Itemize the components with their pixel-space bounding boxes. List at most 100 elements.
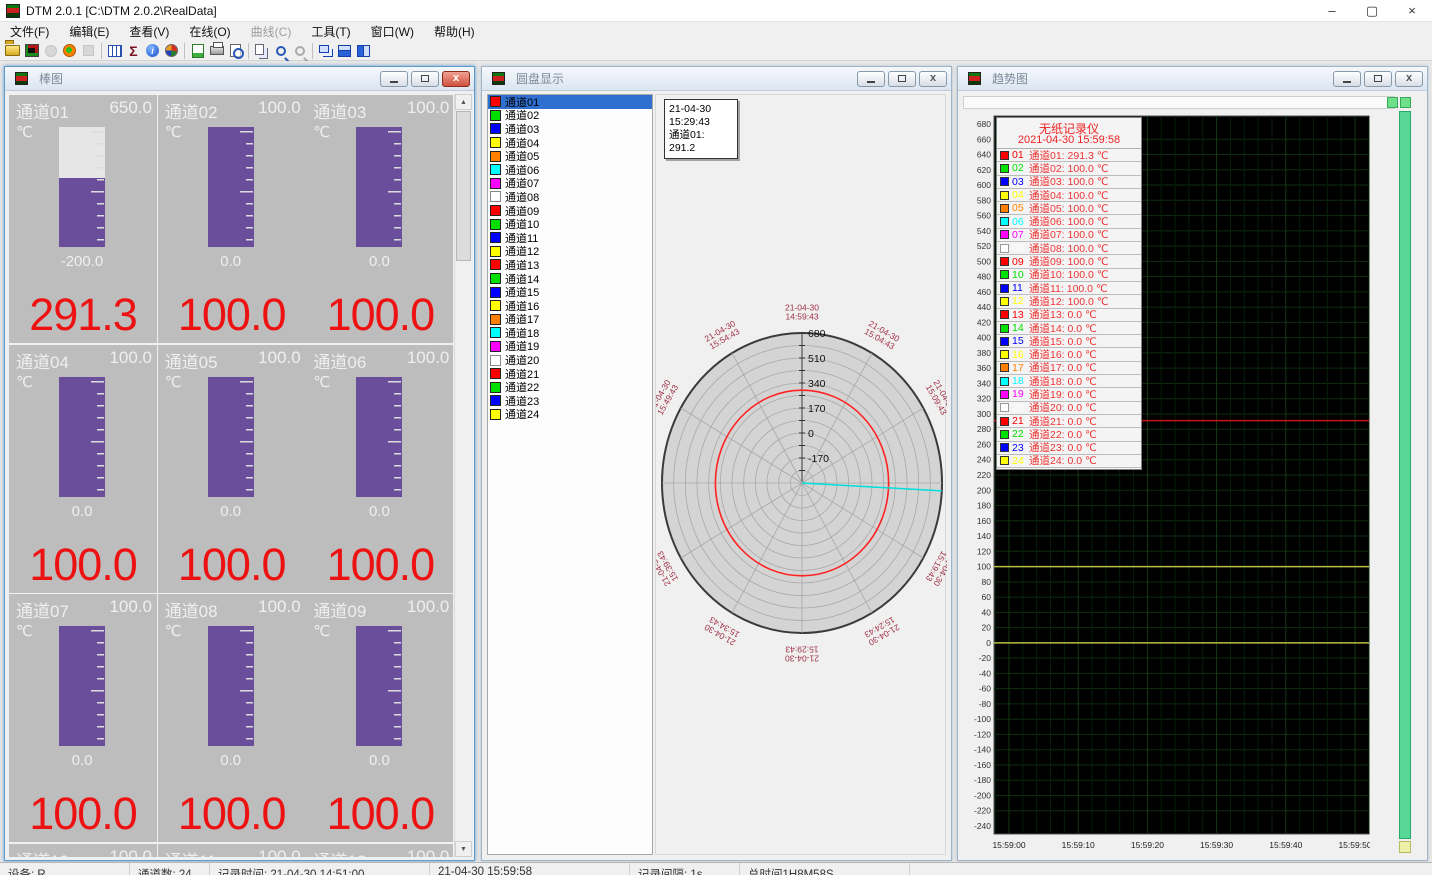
tooltip-value: 通道01: 291.2 xyxy=(669,129,733,155)
svg-text:-120: -120 xyxy=(974,729,991,739)
realtime-curve-icon[interactable] xyxy=(24,43,40,59)
bar-gauge-通道11[interactable]: 通道11100.0 xyxy=(158,844,306,857)
minimize-button[interactable] xyxy=(857,71,885,87)
app-maximize-button[interactable]: ▢ xyxy=(1352,0,1392,22)
print-preview-icon[interactable] xyxy=(228,43,244,59)
close-button[interactable]: x xyxy=(1395,71,1423,87)
channel-name: 通道07 xyxy=(16,597,72,619)
bar-gauge-通道10[interactable]: 通道10100.0 xyxy=(9,844,157,857)
legend-color-swatch xyxy=(1000,377,1009,386)
channel-list-item[interactable]: 通道24 xyxy=(488,408,652,422)
trend-v-scrollbar[interactable] xyxy=(1399,111,1411,839)
close-button[interactable]: x xyxy=(442,71,470,87)
svg-text:360: 360 xyxy=(977,363,991,373)
scrollbar-thumb[interactable] xyxy=(456,111,471,261)
menu-item-help[interactable]: 帮助(H) xyxy=(424,21,485,42)
statistics-icon[interactable]: Σ xyxy=(126,43,142,59)
trend-v-scrollbar-cap[interactable] xyxy=(1399,841,1411,853)
unit-label: ℃ xyxy=(313,373,330,391)
app-minimize-button[interactable]: – xyxy=(1312,0,1352,22)
zoom-icon[interactable] xyxy=(273,43,289,59)
data-table-icon[interactable] xyxy=(107,43,123,59)
tile-horizontal-icon xyxy=(338,45,351,57)
range-min: 0.0 xyxy=(336,253,422,270)
bar-gauge-通道06[interactable]: 通道06100.0℃0.0100.0 xyxy=(306,345,453,593)
svg-text:21-04-3015:39:43: 21-04-3015:39:43 xyxy=(656,549,680,588)
app-titlebar: DTM 2.0.1 [C:\DTM 2.0.2\RealData] – ▢ × xyxy=(0,0,1432,22)
legend-channel-number: 23 xyxy=(1012,442,1029,454)
window-icon xyxy=(968,72,981,85)
scroll-down-icon[interactable]: ▼ xyxy=(455,841,472,857)
svg-text:15:59:10: 15:59:10 xyxy=(1062,840,1095,850)
gauge-track xyxy=(208,626,254,746)
tile-horizontal-icon[interactable] xyxy=(337,43,353,59)
cascade-windows-icon[interactable] xyxy=(318,43,334,59)
bar-gauge-通道07[interactable]: 通道07100.0℃0.0100.0 xyxy=(9,594,157,842)
h-scroll-handle-icon[interactable] xyxy=(1387,97,1398,108)
bar-window-scrollbar[interactable]: ▲ ▼ xyxy=(454,94,471,857)
svg-text:240: 240 xyxy=(977,455,991,465)
range-max: 100.0 xyxy=(407,98,450,120)
range-max: 100.0 xyxy=(407,597,450,619)
close-button[interactable]: x xyxy=(919,71,947,87)
bar-gauge-通道09[interactable]: 通道09100.0℃0.0100.0 xyxy=(306,594,453,842)
maximize-button[interactable] xyxy=(1364,71,1392,87)
h-scroll-handle-icon[interactable] xyxy=(1400,97,1411,108)
bar-window-titlebar[interactable]: 棒图 x xyxy=(5,67,474,91)
trend-window-titlebar[interactable]: 趋势图 x xyxy=(958,67,1427,91)
svg-text:280: 280 xyxy=(977,424,991,434)
pie-chart-icon xyxy=(165,44,178,57)
tile-vertical-icon[interactable] xyxy=(356,43,372,59)
maximize-button[interactable] xyxy=(411,71,439,87)
gauge-track xyxy=(59,127,105,247)
record-icon[interactable] xyxy=(62,43,78,59)
open-file-icon[interactable] xyxy=(5,43,21,59)
channel-color-swatch xyxy=(490,110,501,121)
menu-item-curve[interactable]: 曲线(C) xyxy=(241,21,302,42)
range-max: 100.0 xyxy=(407,847,450,857)
svg-text:680: 680 xyxy=(977,119,991,129)
unit-label: ℃ xyxy=(165,622,182,640)
trend-legend: 无纸记录仪 2021-04-30 15:59:58 01通道01: 291.3 … xyxy=(996,117,1142,470)
bar-gauge-通道12[interactable]: 通道12100.0 xyxy=(306,844,453,857)
legend-color-swatch xyxy=(1000,284,1009,293)
print-icon[interactable] xyxy=(209,43,225,59)
bar-gauge-通道04[interactable]: 通道04100.0℃0.0100.0 xyxy=(9,345,157,593)
app-close-button[interactable]: × xyxy=(1392,0,1432,22)
maximize-button[interactable] xyxy=(888,71,916,87)
bar-gauge-通道03[interactable]: 通道03100.0℃0.0100.0 xyxy=(306,95,453,343)
disc-window-titlebar[interactable]: 圆盘显示 x xyxy=(482,67,951,91)
bar-gauge-通道02[interactable]: 通道02100.0℃0.0100.0 xyxy=(158,95,306,343)
range-max: 100.0 xyxy=(109,847,152,857)
menu-item-tools[interactable]: 工具(T) xyxy=(301,21,360,42)
bar-gauge-通道05[interactable]: 通道05100.0℃0.0100.0 xyxy=(158,345,306,593)
svg-text:15:59:00: 15:59:00 xyxy=(992,840,1025,850)
menu-item-view[interactable]: 查看(V) xyxy=(119,21,179,42)
channel-list[interactable]: 通道01通道02通道03通道04通道05通道06通道07通道08通道09通道10… xyxy=(487,94,653,855)
menu-item-edit[interactable]: 编辑(E) xyxy=(59,21,119,42)
channel-name: 通道03 xyxy=(313,98,369,120)
pie-chart-icon[interactable] xyxy=(164,43,180,59)
trend-h-scrollbar[interactable] xyxy=(963,96,1395,109)
channel-color-swatch xyxy=(490,409,501,420)
channel-color-swatch xyxy=(490,191,501,202)
bar-gauge-通道01[interactable]: 通道01650.0℃-200.0291.3 xyxy=(9,95,157,343)
scroll-up-icon[interactable]: ▲ xyxy=(455,94,472,110)
minimize-button[interactable] xyxy=(380,71,408,87)
bar-window-body: 通道01650.0℃-200.0291.3通道02100.0℃0.0100.0通… xyxy=(8,94,471,857)
menu-item-window[interactable]: 窗口(W) xyxy=(361,21,424,42)
info-icon[interactable]: i xyxy=(145,43,161,59)
trend-window: 趋势图 x 6806606406206005805605405205004804… xyxy=(957,66,1428,861)
bar-gauge-通道08[interactable]: 通道08100.0℃0.0100.0 xyxy=(158,594,306,842)
legend-channel-number: 21 xyxy=(1012,415,1029,427)
channel-color-swatch xyxy=(490,287,501,298)
copy-icon[interactable] xyxy=(254,43,270,59)
range-max: 100.0 xyxy=(109,597,152,619)
channel-value: 100.0 xyxy=(306,289,453,341)
svg-text:21-04-3015:34:43: 21-04-3015:34:43 xyxy=(702,614,741,648)
export-icon[interactable] xyxy=(190,43,206,59)
menu-item-online[interactable]: 在线(O) xyxy=(179,21,240,42)
export-icon xyxy=(192,44,204,58)
unit-label: ℃ xyxy=(16,123,33,141)
minimize-button[interactable] xyxy=(1333,71,1361,87)
